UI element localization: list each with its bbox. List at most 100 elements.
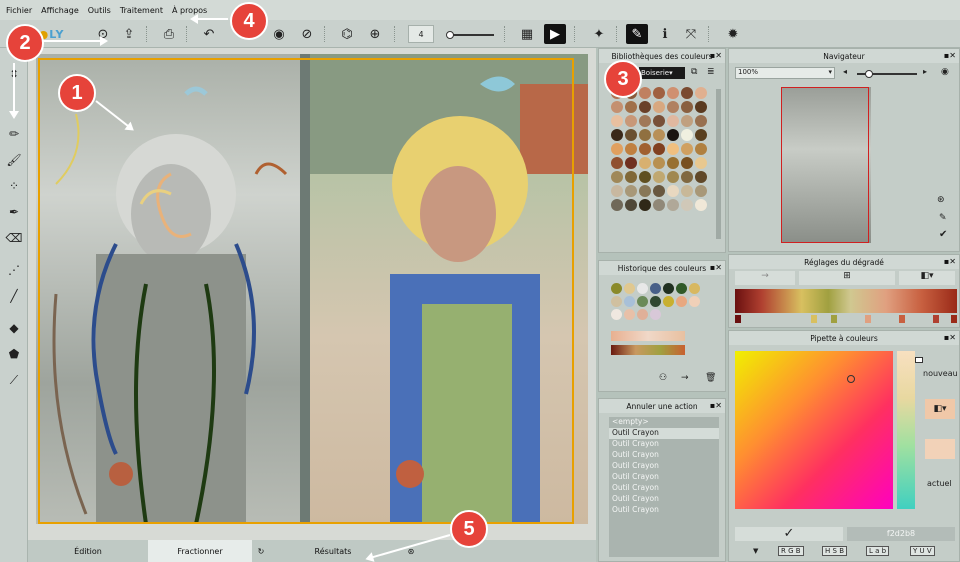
library-color-swatch[interactable]: [611, 115, 623, 127]
tab-resultats[interactable]: Résultats: [272, 540, 394, 562]
print-icon[interactable]: ⎙: [158, 24, 180, 44]
library-color-swatch[interactable]: [667, 115, 679, 127]
pencil-tool-icon[interactable]: ✏: [4, 124, 24, 144]
spray-tool-icon[interactable]: ⁘: [4, 176, 24, 196]
zoom-select[interactable]: 100% ▾: [735, 67, 835, 79]
line-tool-icon[interactable]: ╱: [4, 286, 24, 306]
undo-item[interactable]: Outil Crayon: [609, 483, 719, 494]
undo-item[interactable]: <empty>: [609, 417, 719, 428]
history-color-swatch[interactable]: [689, 283, 700, 294]
eyedropper-tool-icon[interactable]: ⟋: [4, 370, 24, 390]
export-icon[interactable]: ⇪: [118, 24, 140, 44]
viewport-rectangle[interactable]: [781, 87, 869, 243]
hue-strip[interactable]: [897, 351, 923, 509]
menu-affichage[interactable]: Affichage: [41, 6, 79, 15]
library-color-swatch[interactable]: [611, 101, 623, 113]
expand-icon[interactable]: ▼: [753, 547, 758, 555]
library-color-swatch[interactable]: [639, 185, 651, 197]
library-color-swatch[interactable]: [653, 171, 665, 183]
palette-icon[interactable]: ⚇: [659, 373, 667, 383]
library-color-swatch[interactable]: [625, 115, 637, 127]
compare-icon[interactable]: ⊛: [937, 195, 945, 205]
new-color-swatch[interactable]: ◧▾: [925, 399, 955, 419]
undo-icon[interactable]: ↶: [198, 24, 220, 44]
pen-tool-icon[interactable]: ✒: [4, 202, 24, 222]
library-select[interactable]: Boiserie ▾: [639, 67, 685, 79]
eye-icon[interactable]: ◉: [268, 24, 290, 44]
undo-item[interactable]: Outil Crayon: [609, 505, 719, 516]
library-color-swatch[interactable]: [625, 157, 637, 169]
link-icon[interactable]: ⧉: [691, 67, 697, 77]
undo-item[interactable]: Outil Crayon: [609, 494, 719, 505]
library-color-swatch[interactable]: [681, 171, 693, 183]
library-color-swatch[interactable]: [611, 157, 623, 169]
library-color-swatch[interactable]: [667, 101, 679, 113]
zoom-slider[interactable]: [857, 70, 917, 78]
history-color-swatch[interactable]: [650, 296, 661, 307]
history-color-swatch[interactable]: [611, 283, 622, 294]
library-color-swatch[interactable]: [681, 185, 693, 197]
history-color-swatch[interactable]: [611, 296, 622, 307]
library-color-swatch[interactable]: [639, 87, 651, 99]
library-color-swatch[interactable]: [681, 143, 693, 155]
yuv-mode-button[interactable]: Y U V: [910, 546, 935, 556]
panel-controls-icon[interactable]: ▪✕: [710, 51, 722, 60]
menu-fichier[interactable]: Fichier: [6, 6, 32, 15]
play-icon[interactable]: ▶: [544, 24, 566, 44]
history-color-swatch[interactable]: [650, 309, 661, 320]
library-color-swatch[interactable]: [625, 143, 637, 155]
history-color-swatch[interactable]: [611, 309, 622, 320]
history-color-swatch[interactable]: [637, 309, 648, 320]
history-color-swatch[interactable]: [663, 296, 674, 307]
fill-bucket-icon[interactable]: ◧▾: [899, 271, 955, 285]
panel-controls-icon[interactable]: ▪✕: [710, 401, 722, 410]
library-color-swatch[interactable]: [611, 129, 623, 141]
library-color-swatch[interactable]: [667, 87, 679, 99]
library-color-swatch[interactable]: [639, 157, 651, 169]
library-color-swatch[interactable]: [639, 143, 651, 155]
library-color-swatch[interactable]: [667, 185, 679, 197]
pencil-mode-icon[interactable]: ✎: [626, 24, 648, 44]
tab-edition[interactable]: Édition: [28, 540, 148, 562]
library-color-swatch[interactable]: [667, 171, 679, 183]
arrow-right-icon[interactable]: →: [681, 373, 689, 383]
undo-item[interactable]: Outil Crayon: [609, 472, 719, 483]
arrow-right-icon[interactable]: →: [735, 271, 795, 285]
fill-tool-icon[interactable]: ◆: [4, 318, 24, 338]
undo-item[interactable]: Outil Crayon: [609, 461, 719, 472]
lab-mode-button[interactable]: L a b: [866, 546, 890, 556]
menu-outils[interactable]: Outils: [88, 6, 111, 15]
zoom-out-icon[interactable]: ◂: [843, 67, 847, 76]
library-color-swatch[interactable]: [695, 199, 707, 211]
history-color-swatch[interactable]: [624, 283, 635, 294]
library-color-swatch[interactable]: [695, 171, 707, 183]
library-color-swatch[interactable]: [611, 185, 623, 197]
film-icon[interactable]: ▦: [516, 24, 538, 44]
gradient-apply-icon[interactable]: ⊞: [799, 271, 895, 285]
library-color-swatch[interactable]: [639, 115, 651, 127]
selection-rectangle[interactable]: [38, 58, 574, 524]
library-color-swatch[interactable]: [667, 199, 679, 211]
library-color-swatch[interactable]: [653, 199, 665, 211]
library-color-swatch[interactable]: [625, 101, 637, 113]
library-color-swatch[interactable]: [681, 115, 693, 127]
library-color-swatch[interactable]: [695, 157, 707, 169]
library-color-swatch[interactable]: [611, 199, 623, 211]
history-color-swatch[interactable]: [624, 296, 635, 307]
check-icon[interactable]: ✔: [939, 229, 947, 240]
library-color-swatch[interactable]: [653, 115, 665, 127]
library-color-swatch[interactable]: [695, 101, 707, 113]
fullscreen-icon[interactable]: ⤧: [680, 24, 702, 44]
library-color-swatch[interactable]: [625, 199, 637, 211]
library-color-swatch[interactable]: [653, 87, 665, 99]
library-color-swatch[interactable]: [681, 129, 693, 141]
panel-controls-icon[interactable]: ▪✕: [944, 257, 956, 266]
apply-check-icon[interactable]: ✓: [735, 527, 843, 541]
info-icon[interactable]: ℹ: [654, 24, 676, 44]
library-color-swatch[interactable]: [639, 101, 651, 113]
hide-icon[interactable]: ⊘: [296, 24, 318, 44]
menu-icon[interactable]: ≣: [707, 67, 715, 77]
library-color-swatch[interactable]: [681, 101, 693, 113]
undo-item[interactable]: Outil Crayon: [609, 439, 719, 450]
brush-size-slider[interactable]: [446, 31, 494, 39]
